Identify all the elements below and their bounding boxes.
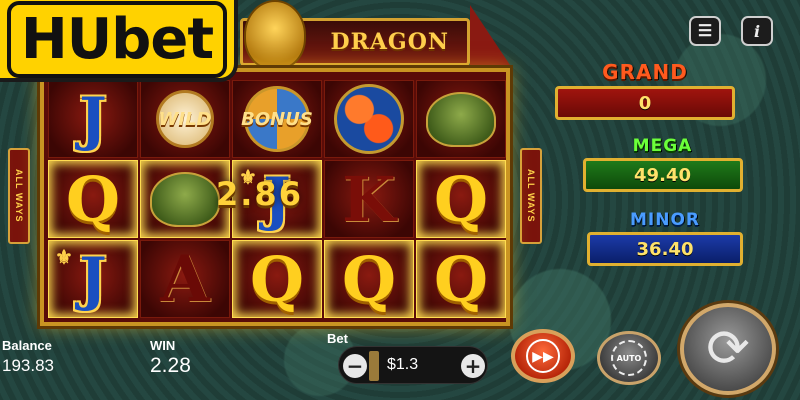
bet-label: Bet xyxy=(327,331,348,346)
reel-cell: WILD xyxy=(140,80,230,158)
jackpot-mega: MEGA 49.40 xyxy=(580,136,745,192)
reel-cell-winning: Q xyxy=(324,240,414,318)
bet-stepper: − $1.3 + xyxy=(338,346,488,384)
menu-button[interactable]: ☰ xyxy=(689,16,721,46)
all-ways-label-left: ALL WAYS xyxy=(8,148,30,244)
symbol-bonus: BONUS xyxy=(241,108,313,130)
balance-value: 193.83 xyxy=(2,356,54,375)
jackpot-minor: MINOR 36.40 xyxy=(585,210,745,266)
symbol-wild: WILD xyxy=(158,108,212,130)
money-toad-icon xyxy=(150,171,220,227)
win-label: WIN xyxy=(150,338,176,353)
reel-cell-winning: Q xyxy=(416,240,506,318)
symbol-j: J xyxy=(79,85,107,153)
info-button[interactable]: i xyxy=(741,16,773,46)
reel-cell xyxy=(416,80,506,158)
symbol-a: A xyxy=(160,241,210,317)
jackpot-minor-value: 36.40 xyxy=(587,232,743,266)
symbol-j: J xyxy=(79,245,107,313)
reel-cell-winning: Q xyxy=(232,240,322,318)
menu-icon: ☰ xyxy=(697,23,713,40)
info-icon: i xyxy=(753,21,761,41)
jackpot-grand-label: GRAND xyxy=(602,60,688,84)
line-win-amount: 2.86 xyxy=(216,175,303,213)
symbol-k: K xyxy=(342,162,396,236)
bet-increase-button[interactable]: + xyxy=(461,354,485,378)
symbol-q: Q xyxy=(341,242,396,316)
bet-slider-handle[interactable] xyxy=(369,351,379,381)
balance-label: Balance xyxy=(2,338,52,353)
all-ways-label-right: ALL WAYS xyxy=(520,148,542,244)
autoplay-label: AUTO xyxy=(611,340,647,376)
jackpot-grand: GRAND 0 xyxy=(545,60,745,120)
spin-button[interactable]: ⟳ xyxy=(680,303,776,395)
bet-decrease-button[interactable]: − xyxy=(343,354,367,378)
reel-cell-winning: Q xyxy=(416,160,506,238)
win-value: 2.28 xyxy=(150,354,191,377)
jackpot-grand-value: 0 xyxy=(555,86,735,120)
reel-cell: K xyxy=(324,160,414,238)
autoplay-button[interactable]: AUTO xyxy=(597,331,661,385)
bet-value: $1.3 xyxy=(387,356,419,373)
brand-logo-text: HUbet xyxy=(6,0,228,78)
jackpot-minor-label: MINOR xyxy=(629,210,700,230)
turbo-button[interactable]: ▶▶ xyxy=(511,329,575,383)
jackpot-mega-label: MEGA xyxy=(632,136,693,156)
symbol-q: Q xyxy=(65,162,120,236)
reel-cell xyxy=(324,80,414,158)
symbol-q: Q xyxy=(433,162,488,236)
spin-icon: ⟳ xyxy=(706,319,750,379)
money-toad-icon xyxy=(426,91,496,147)
reel-cell-winning: ⚜ J xyxy=(48,240,138,318)
fast-forward-icon: ▶▶ xyxy=(526,339,560,373)
fleur-de-lis-icon: ⚜ xyxy=(55,245,73,269)
symbol-q: Q xyxy=(249,242,304,316)
reel-cell: A xyxy=(140,240,230,318)
reel-cell: BONUS xyxy=(232,80,322,158)
koi-fish-icon xyxy=(334,84,404,154)
reel-cell: J xyxy=(48,80,138,158)
symbol-q: Q xyxy=(433,242,488,316)
reel-cell-winning: Q xyxy=(48,160,138,238)
jackpot-mega-value: 49.40 xyxy=(582,158,743,192)
dragon-head-icon xyxy=(244,0,306,70)
pagoda-roof xyxy=(470,5,510,65)
brand-logo: HUbet xyxy=(0,0,238,82)
